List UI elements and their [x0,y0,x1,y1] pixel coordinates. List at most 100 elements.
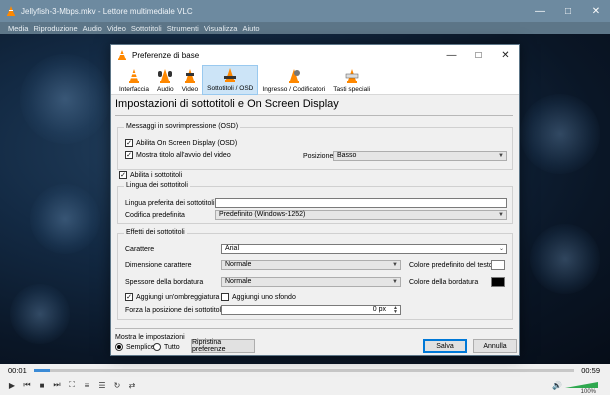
seek-fill [34,369,51,372]
time-elapsed: 00:01 [8,366,27,375]
chevron-down-icon: ▼ [498,212,504,218]
loop-icon[interactable]: ↻ [111,379,123,391]
shuffle-icon[interactable]: ⇄ [126,379,138,391]
stop-icon[interactable]: ■ [36,379,48,391]
jellyfish-shape [10,284,70,344]
osd-group: Messaggi in sovrimpressione (OSD) [117,123,513,170]
volume-label: 100% [580,389,596,395]
playback-controls: 00:01 00:59 ▶ ⏮ ■ ⏭ ⛶ ≡ ☰ ↻ ⇄ 🔊 100% [0,364,610,395]
radio-unselected-icon [153,343,161,351]
font-select[interactable]: Arial ⌄ [221,244,507,254]
reset-preferences-button[interactable]: Ripristina preferenze [191,339,255,353]
font-size-select[interactable]: Normale ▼ [221,260,401,270]
seek-bar[interactable] [34,369,574,372]
text-color-label: Colore predefinito del testo [409,262,493,269]
tab-video[interactable]: Video [178,65,203,95]
tab-subtitles-osd[interactable]: Sottotitoli / OSD [202,65,259,95]
checkbox-checked-icon: ✓ [125,139,133,147]
select-value: Normale [225,278,252,285]
force-position-label: Forza la posizione dei sottotitoli [125,307,223,314]
close-button[interactable]: ✕ [582,0,610,22]
enable-osd-checkbox[interactable]: ✓ Abilita On Screen Display (OSD) [125,139,237,147]
show-settings-label: Mostra le impostazioni [115,334,185,341]
maximize-button[interactable]: □ [554,0,582,22]
interface-icon [129,69,139,83]
menu-video[interactable]: Video [107,24,126,33]
preferred-language-input[interactable] [215,198,507,208]
checkbox-label: Abilita i sottotitoli [130,171,183,179]
menu-playback[interactable]: Riproduzione [33,24,77,33]
font-label: Carattere [125,246,155,253]
jellyfish-shape [30,184,100,254]
audio-icon [158,69,173,83]
playlist-icon[interactable]: ☰ [96,379,108,391]
tab-interface[interactable]: Interfaccia [115,65,153,95]
menu-audio[interactable]: Audio [83,24,102,33]
select-value: Arial [225,245,240,252]
outline-thickness-select[interactable]: Normale ▼ [221,277,401,287]
play-icon[interactable]: ▶ [6,379,18,391]
dialog-minimize-button[interactable]: — [438,45,465,65]
text-color-button[interactable] [491,260,505,270]
fullscreen-icon[interactable]: ⛶ [66,379,78,391]
vlc-cone-icon [118,50,126,60]
enable-subtitles-checkbox[interactable]: ✓ Abilita i sottotitoli [119,171,182,179]
add-background-checkbox[interactable]: Aggiungi uno sfondo [221,293,296,301]
hotkeys-icon [345,69,358,83]
dialog-title: Preferenze di base [132,50,200,60]
add-shadow-checkbox[interactable]: ✓ Aggiungi un'ombreggiatura [125,293,219,301]
chevron-down-icon: ▼ [498,153,504,159]
menu-view[interactable]: Visualizza [204,24,238,33]
preferred-language-label: Lingua preferita dei sottotitoli [125,200,215,207]
window-title: Jellyfish-3-Mbps.mkv - Lettore multimedi… [21,6,193,16]
tab-label: Interfaccia [119,86,149,93]
position-select[interactable]: Basso ▼ [333,151,507,161]
menu-subtitles[interactable]: Sottotitoli [131,24,162,33]
outline-color-button[interactable] [491,277,505,287]
radio-label: Semplice [126,343,155,351]
tab-input-codecs[interactable]: Ingresso / Codificatori [258,65,329,95]
chevron-down-icon: ▼ [392,279,398,285]
chevron-down-icon: ⌄ [498,246,504,252]
category-tabs: Interfaccia Audio Video Sottotitoli / OS… [111,65,519,95]
select-value: Normale [225,261,252,268]
extended-settings-icon[interactable]: ≡ [81,379,93,391]
jellyfish-shape [530,224,600,294]
outline-thickness-label: Spessore della bordatura [125,279,204,286]
force-position-spinbox[interactable]: 0 px ▲ ▼ [221,305,401,315]
simple-radio[interactable]: Semplice [115,343,155,351]
spin-arrows-icon: ▲ ▼ [393,305,398,315]
save-button[interactable]: Salva [423,339,467,353]
checkbox-label: Mostra titolo all'avvio del video [136,151,231,159]
menu-media[interactable]: Media [8,24,28,33]
default-encoding-select[interactable]: Predefinito (Windows-1252) ▼ [215,210,507,220]
menu-help[interactable]: Aiuto [242,24,259,33]
next-icon[interactable]: ⏭ [51,379,63,391]
dialog-close-button[interactable]: ✕ [492,45,519,65]
spinbox-value: 0 px [372,306,386,313]
default-encoding-label: Codifica predefinita [125,212,185,219]
position-label: Posizione [303,153,334,160]
jellyfish-shape [520,94,600,174]
tab-hotkeys[interactable]: Tasti speciali [329,65,374,95]
vlc-cone-icon [7,6,15,16]
select-value: Basso [337,152,357,159]
dialog-maximize-button[interactable]: □ [465,45,492,65]
tab-audio[interactable]: Audio [153,65,178,95]
menu-tools[interactable]: Strumenti [167,24,199,33]
input-codecs-icon [288,69,300,83]
cancel-button[interactable]: Annulla [473,339,517,353]
checkbox-checked-icon: ✓ [119,171,127,179]
all-radio[interactable]: Tutto [153,343,180,351]
minimize-button[interactable]: — [526,0,554,22]
time-total: 00:59 [581,366,600,375]
tab-label: Video [181,86,199,93]
checkbox-checked-icon: ✓ [125,293,133,301]
previous-icon[interactable]: ⏮ [21,379,33,391]
checkbox-checked-icon: ✓ [125,151,133,159]
show-title-checkbox[interactable]: ✓ Mostra titolo all'avvio del video [125,151,231,159]
volume-slider[interactable]: 🔊 [552,381,598,390]
group-title: Lingua dei sottotitoli [124,182,190,189]
page-title: Impostazioni di sottotitoli e On Screen … [115,98,339,110]
divider [115,328,513,329]
